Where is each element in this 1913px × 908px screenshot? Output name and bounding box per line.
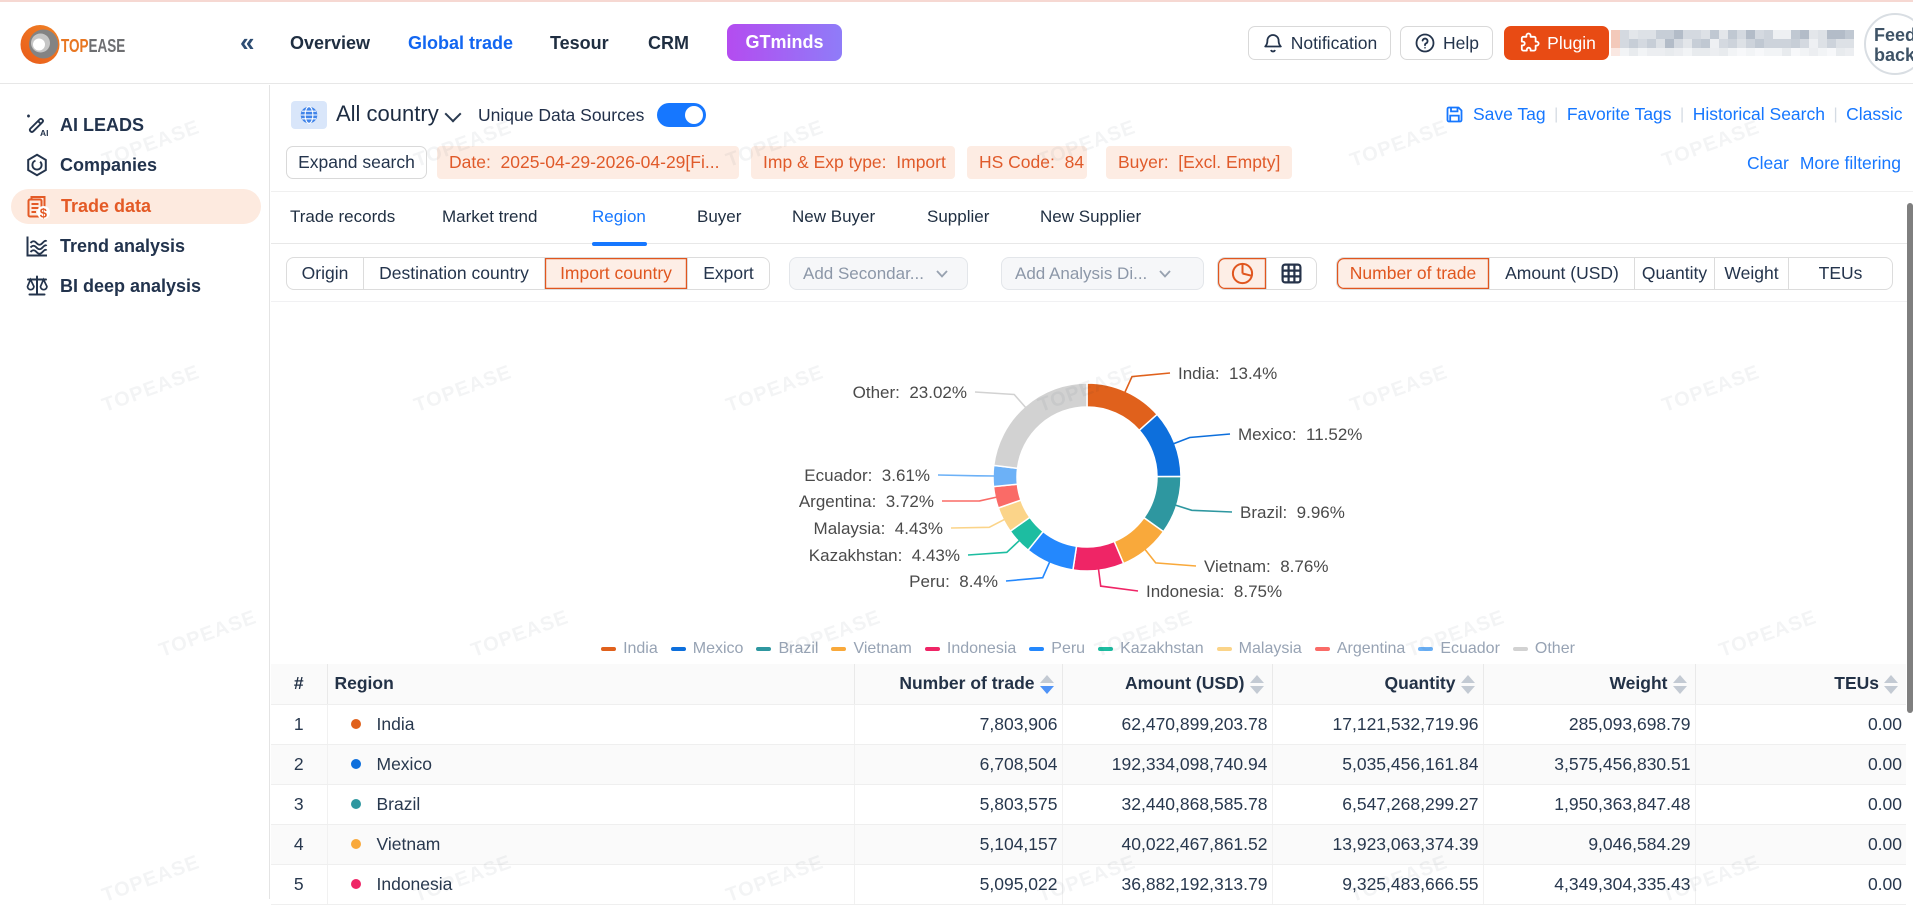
svg-text:Vietnam: 8.76%: Vietnam: 8.76% <box>1204 557 1328 576</box>
svg-text:Indonesia: 8.75%: Indonesia: 8.75% <box>1146 582 1282 601</box>
svg-text:Ecuador: 3.61%: Ecuador: 3.61% <box>804 466 930 485</box>
svg-text:Kazakhstan: 4.43%: Kazakhstan: 4.43% <box>809 546 960 565</box>
svg-text:$: $ <box>40 205 48 220</box>
svg-text:Mexico: 11.52%: Mexico: 11.52% <box>1238 425 1362 444</box>
svg-text:AI: AI <box>40 128 49 138</box>
svg-text:Other: 23.02%: Other: 23.02% <box>853 383 967 402</box>
svg-text:India: 13.4%: India: 13.4% <box>1178 364 1277 383</box>
svg-text:Peru: 8.4%: Peru: 8.4% <box>909 572 998 591</box>
svg-text:Malaysia: 4.43%: Malaysia: 4.43% <box>814 519 943 538</box>
svg-text:Argentina: 3.72%: Argentina: 3.72% <box>799 492 934 511</box>
svg-text:Brazil: 9.96%: Brazil: 9.96% <box>1240 503 1345 522</box>
